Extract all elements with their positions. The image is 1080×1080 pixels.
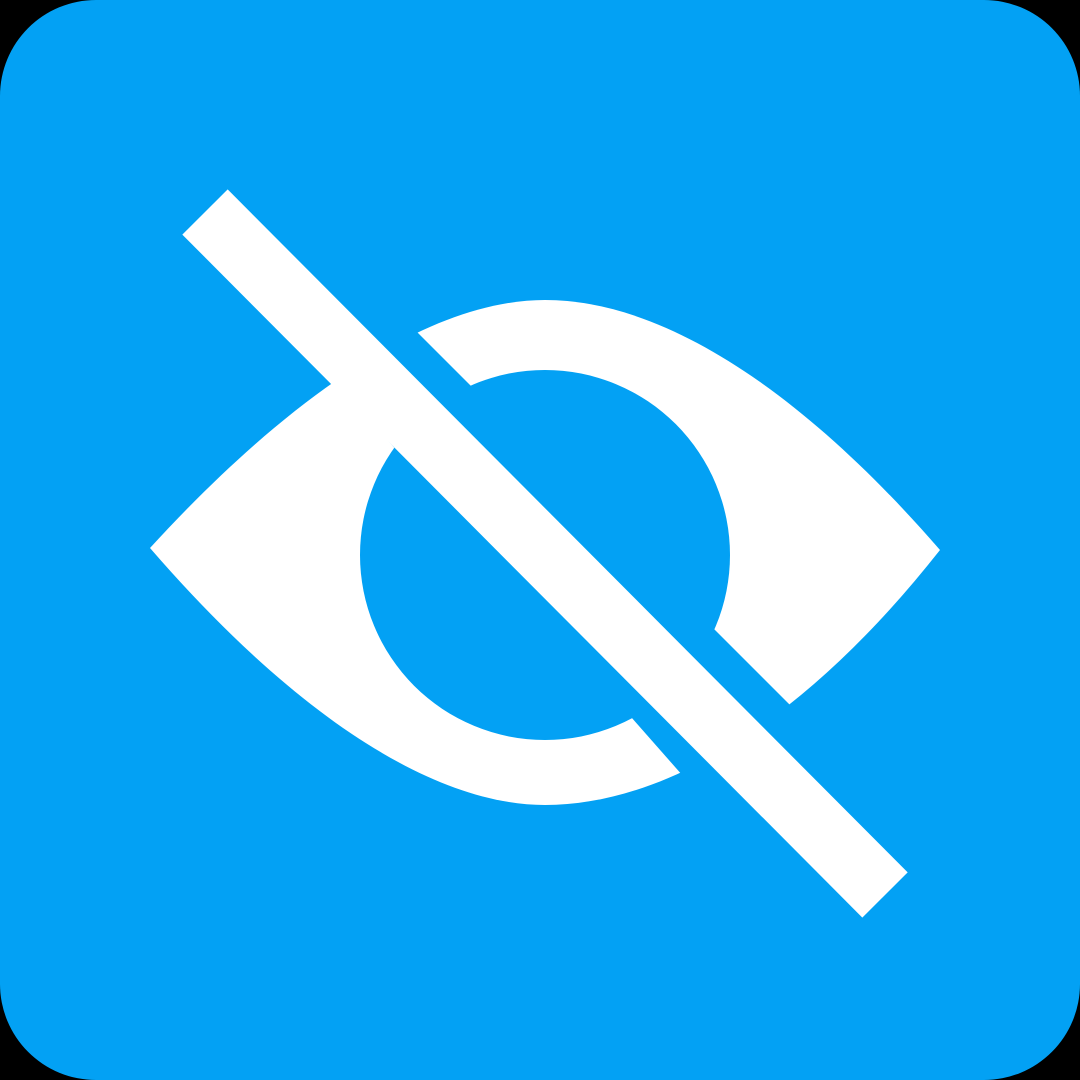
eye-off-icon xyxy=(0,0,1080,1080)
eye-off-app-icon[interactable] xyxy=(0,0,1080,1080)
